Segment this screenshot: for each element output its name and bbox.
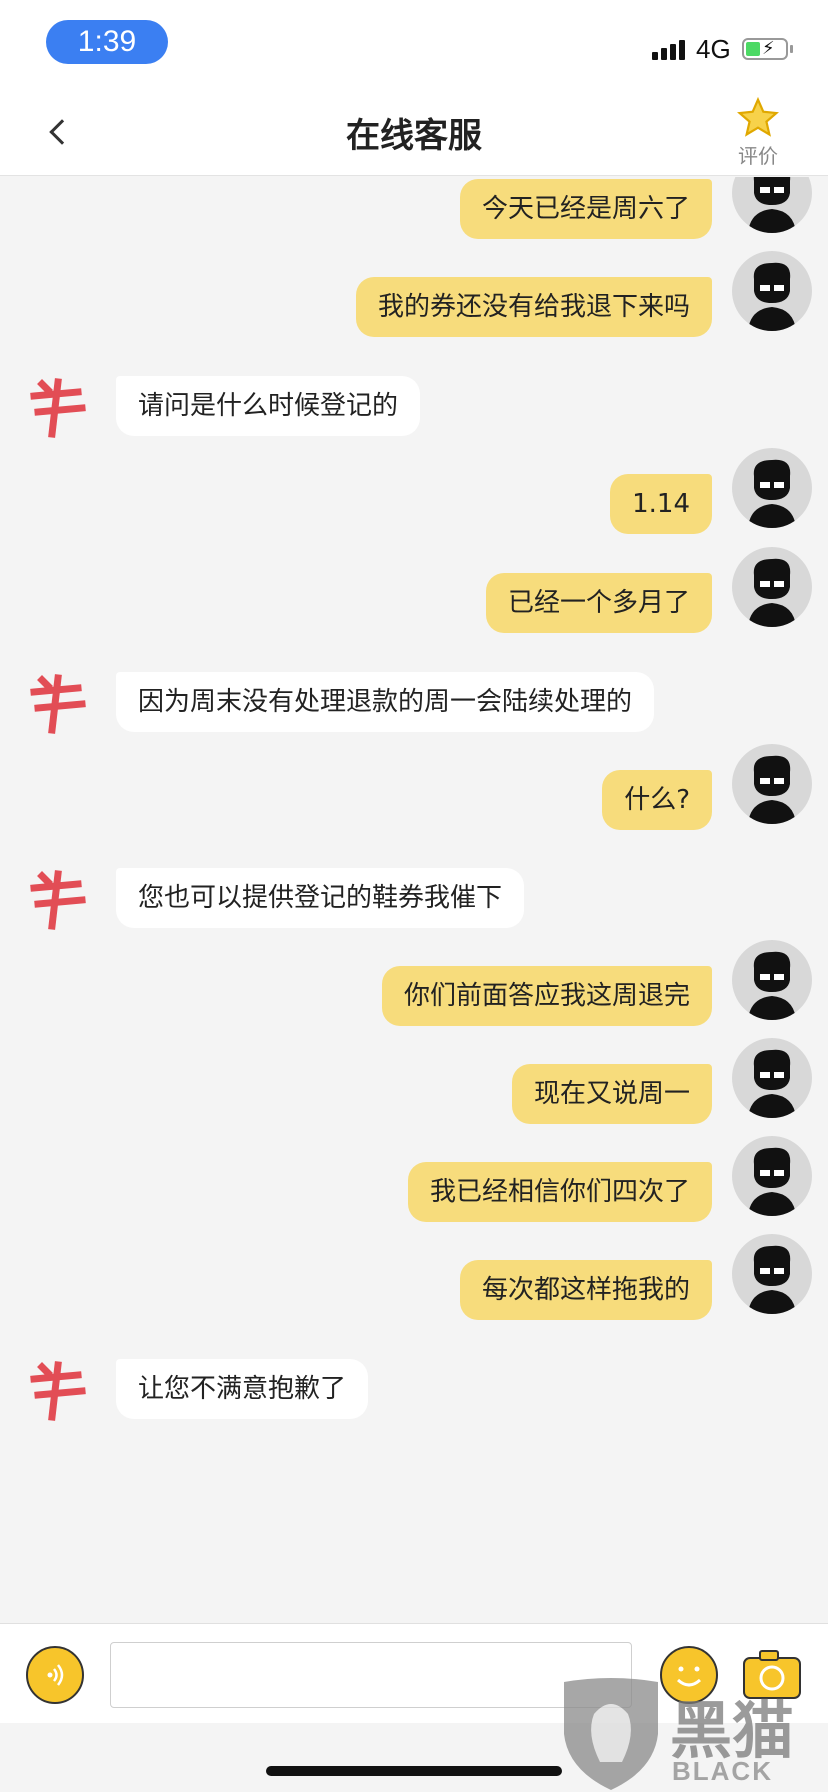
network-type: 4G [696, 34, 731, 64]
user-avatar-icon [748, 177, 796, 233]
user-avatar-icon [748, 262, 796, 331]
my-avatar[interactable] [732, 940, 812, 1020]
user-avatar-icon [748, 1147, 796, 1216]
message-row: 什么? [0, 744, 828, 858]
my-message-bubble[interactable]: 你们前面答应我这周退完 [381, 966, 712, 1026]
my-avatar[interactable] [732, 251, 812, 331]
message-row: 每次都这样拖我的 [0, 1234, 828, 1348]
user-avatar-icon [748, 558, 796, 627]
service-message-bubble[interactable]: 因为周末没有处理退款的周一会陆续处理的 [116, 672, 655, 732]
user-avatar-icon [748, 755, 796, 824]
status-bar: 1:39 4G ⚡ [0, 0, 828, 88]
user-avatar-icon [748, 951, 796, 1020]
star-icon [737, 96, 779, 137]
message-row: 1.14 [0, 448, 828, 562]
signal-icon [652, 34, 688, 60]
message-row: 让您不满意抱歉了 [0, 1357, 828, 1447]
message-row: 因为周末没有处理退款的周一会陆续处理的 [0, 670, 828, 760]
message-row: 您也可以提供登记的鞋券我催下 [0, 866, 828, 956]
service-logo-icon [30, 378, 86, 438]
my-message-bubble[interactable]: 今天已经是周六了 [459, 179, 712, 239]
rate-label: 评价 [738, 144, 778, 168]
service-logo-icon [30, 674, 86, 734]
user-avatar-icon [748, 1049, 796, 1118]
message-row: 我的券还没有给我退下来吗 [0, 251, 828, 365]
message-row: 今天已经是周六了 [0, 177, 828, 267]
nav-bar: 在线客服 评价 [0, 88, 828, 176]
home-indicator[interactable] [266, 1766, 562, 1776]
voice-button[interactable] [26, 1646, 84, 1704]
my-avatar[interactable] [732, 744, 812, 824]
my-avatar[interactable] [732, 448, 812, 528]
service-message-bubble[interactable]: 您也可以提供登记的鞋券我催下 [116, 868, 525, 928]
cat-shield-logo [564, 1678, 658, 1790]
my-message-bubble[interactable]: 现在又说周一 [511, 1064, 712, 1124]
message-row: 我已经相信你们四次了 [0, 1136, 828, 1250]
user-avatar-icon [748, 459, 796, 528]
my-avatar[interactable] [732, 1038, 812, 1118]
my-message-bubble[interactable]: 1.14 [610, 474, 712, 534]
service-message-bubble[interactable]: 让您不满意抱歉了 [116, 1359, 369, 1419]
watermark: 黑猫 BLACK CAT [556, 1674, 828, 1792]
my-message-bubble[interactable]: 我的券还没有给我退下来吗 [355, 277, 712, 337]
my-message-bubble[interactable]: 每次都这样拖我的 [459, 1260, 712, 1320]
message-row: 你们前面答应我这周退完 [0, 940, 828, 1054]
service-message-bubble[interactable]: 请问是什么时候登记的 [116, 376, 421, 436]
message-row: 已经一个多月了 [0, 547, 828, 661]
battery-cap [790, 45, 793, 53]
my-avatar[interactable] [732, 1136, 812, 1216]
service-logo-icon [30, 1361, 86, 1421]
chat-list[interactable]: 今天已经是周六了 我的券还没有给我退下来吗 请问是什么时候登记的 1.14 已经… [0, 177, 828, 1623]
rate-button[interactable]: 评价 [728, 96, 788, 172]
my-avatar[interactable] [732, 547, 812, 627]
battery-icon: ⚡ [742, 38, 788, 60]
user-avatar-icon [748, 1245, 796, 1314]
my-message-bubble[interactable]: 什么? [602, 770, 712, 830]
my-avatar[interactable] [732, 1234, 812, 1314]
my-avatar[interactable] [732, 177, 812, 233]
service-logo-icon [30, 870, 86, 930]
watermark-en: BLACK CAT [672, 1756, 773, 1792]
message-row: 现在又说周一 [0, 1038, 828, 1152]
voice-icon [47, 1664, 64, 1686]
message-row: 请问是什么时候登记的 [0, 374, 828, 464]
my-message-bubble[interactable]: 已经一个多月了 [485, 573, 712, 633]
status-time: 1:39 [46, 20, 168, 64]
my-message-bubble[interactable]: 我已经相信你们四次了 [407, 1162, 712, 1222]
page-title: 在线客服 [346, 116, 482, 156]
message-input[interactable] [110, 1642, 632, 1708]
